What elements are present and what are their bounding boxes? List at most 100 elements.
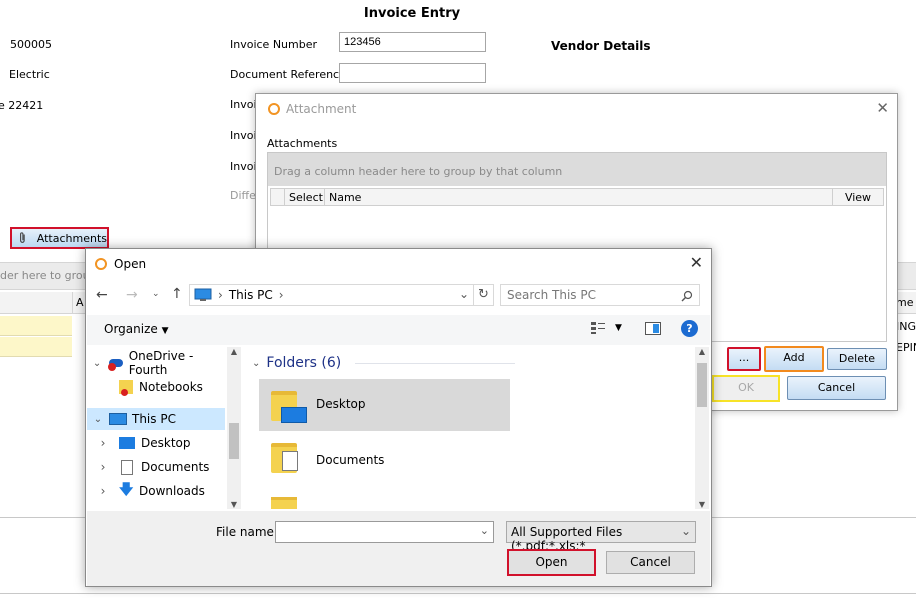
invoice-field-label-3: Invoi <box>230 160 257 173</box>
forward-arrow-icon[interactable]: → <box>126 287 138 303</box>
scroll-up-icon[interactable]: ▲ <box>695 347 709 356</box>
desktop-icon <box>119 437 135 449</box>
file-list-scrollbar[interactable]: ▲ ▼ <box>695 347 709 509</box>
close-icon[interactable]: ✕ <box>690 253 703 272</box>
scroll-thumb[interactable] <box>229 423 239 459</box>
attachments-button[interactable]: Attachments <box>10 227 109 249</box>
vendor-id-value: 500005 <box>10 38 52 51</box>
chevron-down-icon[interactable]: ⌄ <box>480 524 489 537</box>
help-icon[interactable]: ? <box>681 320 698 337</box>
expand-chevron-icon[interactable]: › <box>87 484 119 498</box>
ok-button[interactable]: OK <box>712 375 780 402</box>
row-indicator-header <box>271 189 285 205</box>
cancel-button[interactable]: Cancel <box>787 376 886 400</box>
chevron-down-icon[interactable]: ⌄ <box>459 287 469 301</box>
open-dialog-title-text: Open <box>114 257 147 271</box>
folder-icon <box>271 497 297 509</box>
paperclip-icon <box>20 232 25 243</box>
search-icon <box>681 290 693 302</box>
attachments-button-label: Attachments <box>36 231 107 245</box>
navigation-pane: ⌄ OneDrive - Fourth Notebooks ⌄ This PC … <box>87 347 241 509</box>
main-grid-column-name: me <box>896 296 914 309</box>
open-button[interactable]: Open <box>507 549 596 576</box>
document-reference-input[interactable] <box>339 63 486 83</box>
view-options-icon[interactable] <box>590 321 606 338</box>
delete-button[interactable]: Delete <box>827 348 887 370</box>
file-dialog-footer: File name: ⌄ All Supported Files (*.pdf;… <box>87 511 710 586</box>
collapse-chevron-icon: ⌄ <box>252 357 261 369</box>
tree-item-desktop[interactable]: › Desktop <box>87 432 227 454</box>
chevron-down-icon: ⌄ <box>680 524 691 538</box>
expand-chevron-icon[interactable]: › <box>87 460 119 474</box>
collapse-chevron-icon[interactable]: ⌄ <box>87 358 107 369</box>
vendor-type-value: Electric <box>9 68 50 81</box>
search-input[interactable]: Search This PC <box>500 284 700 306</box>
back-arrow-icon[interactable]: ← <box>96 287 108 303</box>
open-dialog-cancel-button[interactable]: Cancel <box>606 551 695 574</box>
invoice-number-label: Invoice Number <box>230 38 318 51</box>
tree-item-label: Notebooks <box>139 380 203 394</box>
table-row[interactable] <box>0 316 72 336</box>
vendor-code-value: e 22421 <box>0 99 44 112</box>
organize-menu[interactable]: Organize ▼ <box>104 322 169 336</box>
address-location: This PC <box>228 288 273 302</box>
file-type-select[interactable]: All Supported Files (*.pdf;*.xls;* ⌄ <box>506 521 696 553</box>
app-logo-icon <box>95 258 107 270</box>
tree-item-onedrive[interactable]: ⌄ OneDrive - Fourth <box>87 349 227 377</box>
tree-item-this-pc[interactable]: ⌄ This PC <box>87 408 225 430</box>
main-grid-column-a: A <box>76 296 84 309</box>
folders-group-label: Folders (6) <box>266 355 342 371</box>
browse-button[interactable]: ... <box>727 347 761 371</box>
scroll-down-icon[interactable]: ▼ <box>227 500 241 509</box>
page-title: Invoice Entry <box>363 6 461 21</box>
tree-item-label: OneDrive - Fourth <box>128 349 194 377</box>
chevron-right-icon: › <box>218 288 223 302</box>
folder-icon <box>271 391 307 423</box>
folder-icon <box>271 443 298 473</box>
folder-item-desktop[interactable]: Desktop <box>259 379 510 431</box>
app-logo-icon <box>268 103 280 115</box>
file-dialog-toolbar: Organize ▼ ▼ ? <box>87 315 710 345</box>
invoice-field-label-2: Invoi <box>230 129 257 142</box>
attachments-group-bar[interactable]: Drag a column header here to group by th… <box>268 153 886 186</box>
refresh-icon[interactable]: ↻ <box>474 284 494 306</box>
attachment-dialog-title: Attachment <box>268 102 356 116</box>
scroll-thumb[interactable] <box>697 363 707 407</box>
scroll-up-icon[interactable]: ▲ <box>227 347 241 356</box>
column-header-name[interactable]: Name <box>325 189 833 205</box>
tree-item-label: This PC <box>132 412 176 426</box>
preview-pane-icon[interactable] <box>645 322 661 335</box>
add-button[interactable]: Add <box>764 346 824 372</box>
close-icon[interactable]: ✕ <box>876 99 889 117</box>
main-grid-group-hint: der here to group <box>0 269 97 282</box>
invoice-number-input[interactable] <box>339 32 486 52</box>
tree-item-label: Documents <box>141 460 210 474</box>
open-file-dialog: Open ✕ ← → ⌄ ↑ › This PC › ⌄ ↻ Search Th… <box>85 248 712 587</box>
recent-locations-icon[interactable]: ⌄ <box>152 289 160 299</box>
table-row[interactable] <box>0 337 72 357</box>
scroll-down-icon[interactable]: ▼ <box>695 500 709 509</box>
attachments-section-label: Attachments <box>267 137 338 150</box>
tree-item-downloads[interactable]: › 🡇 Downloads <box>87 480 227 502</box>
view-dropdown-icon[interactable]: ▼ <box>615 323 622 333</box>
folders-group-header[interactable]: ⌄ Folders (6) <box>252 355 516 371</box>
main-grid-cell: EPIN <box>896 341 916 354</box>
navigation-scrollbar[interactable]: ▲ ▼ <box>227 347 241 509</box>
vendor-details-heading: Vendor Details <box>551 39 651 53</box>
up-arrow-icon[interactable]: ↑ <box>171 286 183 302</box>
open-dialog-title: Open <box>95 257 146 271</box>
document-reference-label: Document Reference <box>230 68 346 81</box>
file-name-label: File name: <box>216 525 278 539</box>
tree-item-notebooks[interactable]: Notebooks <box>87 376 227 398</box>
column-header-view[interactable]: View <box>833 189 883 205</box>
tree-item-label: Downloads <box>139 484 205 498</box>
address-bar[interactable]: › This PC › ⌄ <box>189 284 474 306</box>
column-header-select[interactable]: Select <box>285 189 325 205</box>
tree-item-documents[interactable]: › Documents <box>87 456 227 478</box>
folder-item-documents[interactable]: Documents <box>259 435 510 487</box>
downloads-icon: 🡇 <box>119 482 134 498</box>
dropdown-arrow-icon: ▼ <box>161 326 169 336</box>
file-name-input[interactable]: ⌄ <box>275 521 494 543</box>
collapse-chevron-icon[interactable]: ⌄ <box>87 414 109 425</box>
expand-chevron-icon[interactable]: › <box>87 436 119 450</box>
